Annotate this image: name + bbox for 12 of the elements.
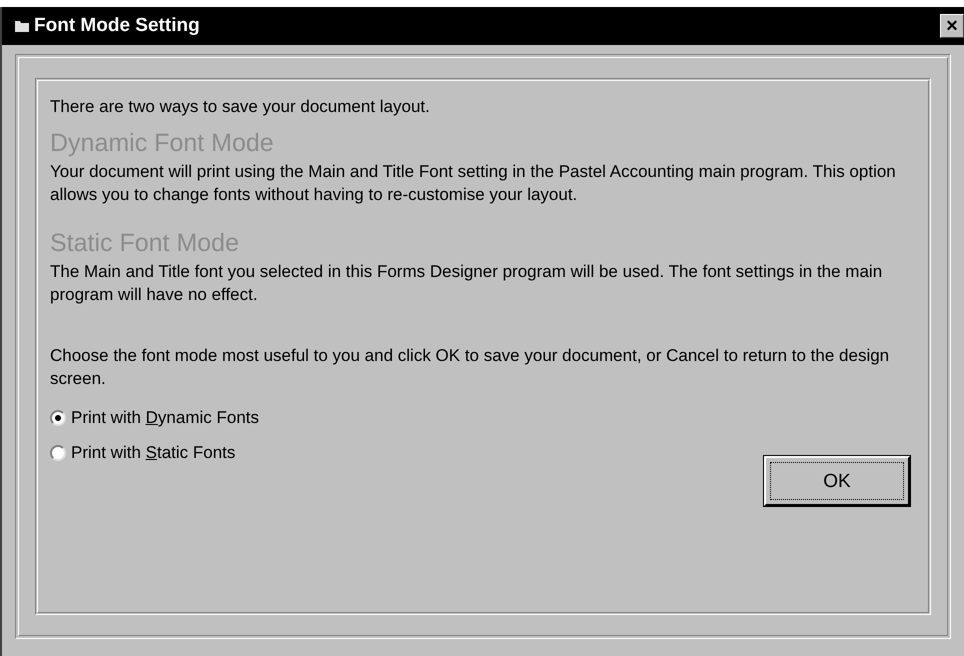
close-button[interactable]: × [940,14,964,38]
radio-button[interactable] [50,410,66,426]
window-icon [14,19,30,33]
radio-label: Print with Static Fonts [71,442,236,464]
radio-label: Print with Dynamic Fonts [71,407,260,429]
instruction-text: Choose the font mode most useful to you and click OK to save your document, or Cancel to return to the design screen. [50,345,890,390]
intro-text: There are two ways to save your document layout. [50,96,431,118]
radio-button[interactable] [50,444,66,460]
window-title: Font Mode Setting [34,14,201,38]
mode-description: Your document will print using the Main and Title Font setting in the Pastel Accounting main program. This option allows you to change fonts without having to re-customise your layout. [50,161,897,206]
ok-button[interactable]: OK [764,456,910,506]
mode-description: The Main and Title font you selected in this Forms Designer program will be used. The font settings in the main program will have no effect. [50,261,884,306]
